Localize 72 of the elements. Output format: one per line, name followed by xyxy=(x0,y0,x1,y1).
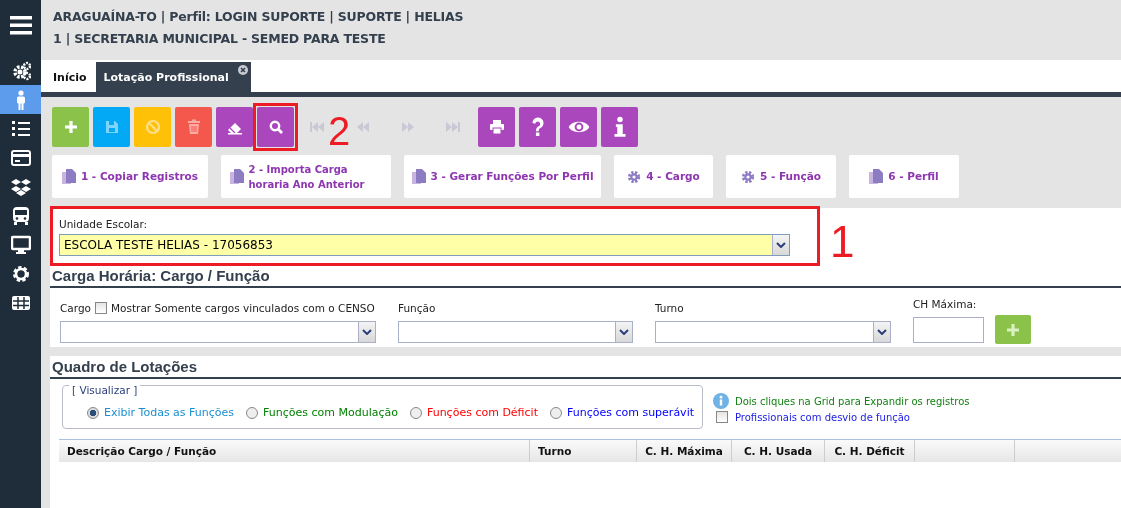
radio-button[interactable] xyxy=(549,406,562,419)
info-icon xyxy=(713,393,729,409)
field-label: CH Máxima: xyxy=(913,296,978,312)
eye-button[interactable] xyxy=(560,107,597,147)
annotation-number: 2 xyxy=(328,108,351,151)
field-label: Unidade Escolar: xyxy=(59,218,149,230)
info-button[interactable] xyxy=(601,107,638,147)
checkbox-label[interactable]: Profissionais com desvio de função xyxy=(735,411,910,423)
header-text: 1 | SECRETARIA MUNICIPAL - SEMED PARA TESTE xyxy=(53,30,387,48)
checkbox-label: Mostrar Somente cargos vinculados com o CENSO xyxy=(111,301,375,314)
copy-icon xyxy=(869,168,884,185)
eraser-button[interactable] xyxy=(216,107,253,147)
numbered-list-icon xyxy=(10,118,31,139)
hint-text: Dois cliques na Grid para Expandir os registros xyxy=(735,395,970,407)
rewind-icon xyxy=(355,119,371,135)
ban-icon xyxy=(144,119,161,135)
floppy-icon xyxy=(103,119,120,135)
printer-icon xyxy=(488,119,505,135)
radio-label[interactable]: Exibir Todas as Funções xyxy=(104,406,235,419)
close-icon[interactable] xyxy=(237,65,248,75)
field-label: Função xyxy=(398,300,437,316)
column-header[interactable]: C. H. Máxima xyxy=(637,440,732,462)
plus-icon xyxy=(62,119,79,135)
group-legend: [ Visualizar ] xyxy=(69,384,141,396)
gear-icon xyxy=(627,169,642,184)
annotation-number: 1 xyxy=(830,220,855,264)
gears-icon xyxy=(10,60,31,81)
question-button[interactable] xyxy=(519,107,556,147)
header-text: ARAGUAÍNA-TO | Perfil: LOGIN SUPORTE | SUPORTE | HELIAS xyxy=(53,8,465,26)
gear-icon xyxy=(10,263,31,284)
radio-button[interactable] xyxy=(409,406,422,419)
action-button[interactable]: 6 - Perfil xyxy=(849,155,959,198)
radio-label[interactable]: Funções com Modulação xyxy=(263,406,398,419)
section-title: Quadro de Lotações xyxy=(50,356,1121,379)
tab[interactable]: Lotação Profissional xyxy=(95,62,251,92)
trash-icon xyxy=(185,119,202,135)
skip-forward-icon xyxy=(445,119,461,135)
tab[interactable]: Início xyxy=(45,62,95,92)
annotation-box xyxy=(253,103,298,151)
boxes-icon xyxy=(10,176,31,197)
radio-button[interactable] xyxy=(87,406,99,419)
action-button[interactable]: 1 - Copiar Registros xyxy=(52,155,208,198)
import-button[interactable]: 2 - Importa Carga horaria Ano Anterior xyxy=(221,155,391,198)
radio-label[interactable]: Funções com Déficit xyxy=(426,406,538,419)
bus-icon xyxy=(10,205,31,226)
action-button[interactable]: 5 - Função xyxy=(726,155,836,198)
column-header[interactable]: Turno xyxy=(530,440,637,462)
gear-icon xyxy=(740,169,755,184)
fast-forward-icon xyxy=(400,119,416,135)
printer-button[interactable] xyxy=(478,107,515,147)
copy-icon xyxy=(411,168,426,185)
column-header[interactable]: C. H. Déficit xyxy=(825,440,915,462)
column-header[interactable]: Descrição Cargo / Função xyxy=(59,440,530,462)
section-title: Carga Horária: Cargo / Função xyxy=(50,265,1121,288)
skip-back-icon xyxy=(309,119,325,135)
input-field[interactable] xyxy=(913,317,984,343)
search-icon xyxy=(267,119,284,135)
school-select[interactable]: ESCOLA TESTE HELIAS - 17056853 xyxy=(59,234,790,256)
checkbox[interactable] xyxy=(716,411,728,423)
column-header[interactable]: C. H. Usada xyxy=(732,440,825,462)
field-label: Turno xyxy=(655,300,685,316)
action-button[interactable]: 3 - Gerar Funções Por Perfil xyxy=(404,155,601,198)
checkbox[interactable] xyxy=(95,301,107,314)
action-button[interactable]: 4 - Cargo xyxy=(614,155,713,198)
monitor-icon xyxy=(10,234,31,255)
radio-button[interactable] xyxy=(246,406,259,419)
plus-icon xyxy=(1005,321,1021,338)
card-icon xyxy=(10,147,31,168)
copy-icon xyxy=(229,168,244,185)
radio-label[interactable]: Funções com superávit xyxy=(566,406,694,419)
copy-icon xyxy=(61,168,76,185)
field-label: Cargo xyxy=(60,301,91,314)
